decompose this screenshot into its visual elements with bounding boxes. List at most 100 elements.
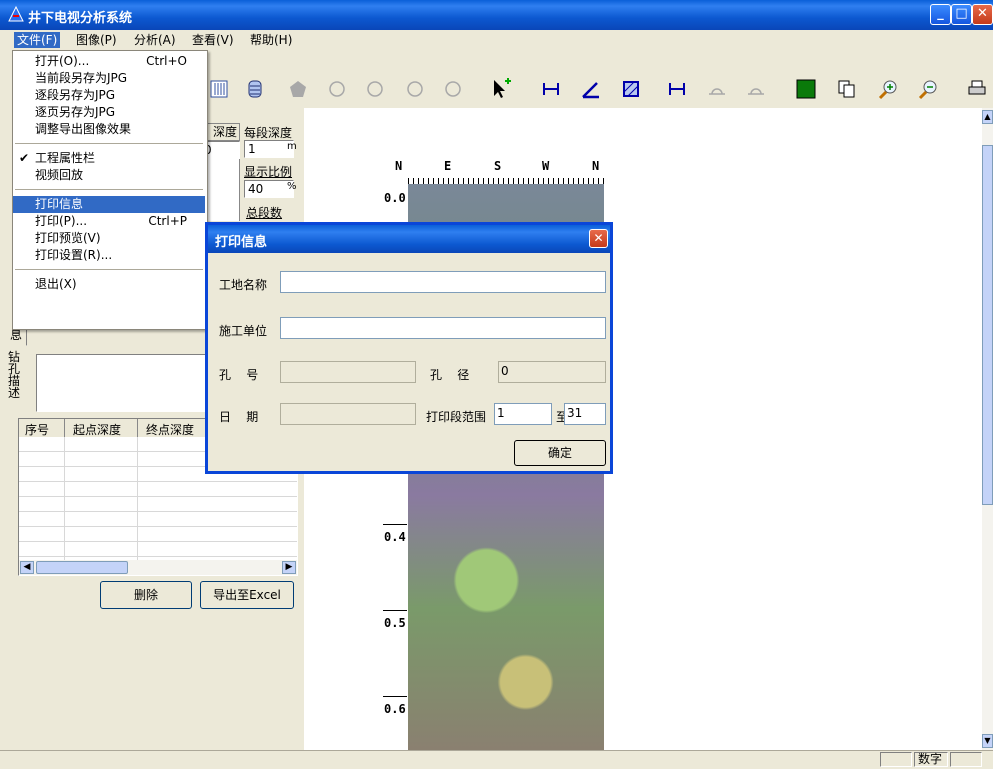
dialog-title: 打印信息 [215,235,268,250]
close-button[interactable]: ✕ [972,4,993,25]
date-input[interactable] [280,403,416,425]
scroll-thumb[interactable] [36,561,128,574]
color-fill-icon[interactable] [795,78,817,100]
menu-item-project-panel[interactable]: ✔ 工程属性栏 [13,150,205,167]
print-icon[interactable] [966,78,988,100]
site-name-label: 工地名称 [219,278,268,292]
scroll-right-icon[interactable]: ▶ [282,561,296,574]
zoom-in-icon[interactable] [877,78,899,100]
menu-view[interactable]: 查看(V) [189,32,237,48]
pentagon-icon[interactable] [287,78,309,100]
dialog-close-icon[interactable]: ✕ [589,229,608,248]
segment-depth-label: 每段深度 [244,126,293,140]
header-divider [137,419,138,437]
menu-item-save-current-jpg[interactable]: 当前段另存为JPG [13,70,205,87]
table-header-start-depth: 起点深度 [73,423,122,437]
menu-analysis[interactable]: 分析(A) [131,32,179,48]
hole-desc-label: 钻孔描述 [8,350,21,400]
menu-item-label: 工程属性栏 [35,151,96,165]
contractor-input[interactable] [280,317,606,339]
columns-icon[interactable] [208,78,230,100]
arc-down-icon[interactable] [745,78,767,100]
arc-shape-2-icon[interactable] [364,78,386,100]
compass-w-label: W [542,159,550,173]
copy-icon[interactable] [835,78,857,100]
num-lock-indicator: 数字 [914,752,948,767]
arc-shape-3-icon[interactable] [404,78,426,100]
menu-item-print[interactable]: 打印(P)... Ctrl+P [13,213,205,230]
menu-item-save-each-page-jpg[interactable]: 逐页另存为JPG [13,104,205,121]
arc-shape-4-icon[interactable] [442,78,464,100]
status-pane [950,752,982,767]
menu-item-label: 打开(O)... [35,54,90,68]
menu-separator [15,143,203,144]
menu-separator [15,189,203,190]
hatch-rect-icon[interactable] [620,78,642,100]
depth-tick [383,524,407,525]
menu-item-print-preview[interactable]: 打印预览(V) [13,230,205,247]
delete-button[interactable]: 删除 [100,581,192,609]
hole-no-label: 孔 号 [219,368,259,382]
scale-label: 显示比例 [244,165,293,179]
checkmark-icon: ✔ [19,151,30,165]
dialog-title-bar[interactable] [208,225,610,253]
print-range-from-input[interactable]: 1 [494,403,552,425]
menu-item-video-playback[interactable]: 视频回放 [13,167,205,184]
column-line [64,437,65,561]
compass-e-label: E [444,159,452,173]
hole-no-input[interactable] [280,361,416,383]
canvas-scroll-thumb[interactable] [982,145,993,505]
maximize-button[interactable]: □ [951,4,972,25]
cylinder-icon[interactable] [244,78,266,100]
menu-image[interactable]: 图像(P) [73,32,120,48]
site-name-input[interactable] [280,271,606,293]
total-segments-label: 总段数 [246,206,283,220]
depth-mark-2: 0.5 [384,616,406,630]
menu-item-print-setup[interactable]: 打印设置(R)... [13,247,205,264]
title-bar[interactable]: 井下电视分析系统 _ □ ✕ [0,0,993,30]
menu-item-label: 打印(P)... [35,214,88,228]
add-pointer-icon[interactable] [490,78,512,100]
compass-s-label: S [494,159,502,173]
ok-button[interactable]: 确定 [514,440,606,466]
menu-item-save-each-segment-jpg[interactable]: 逐段另存为JPG [13,87,205,104]
print-range-to-input[interactable]: 31 [564,403,606,425]
compass-n2-label: N [592,159,600,173]
hole-diameter-input[interactable]: 0 [498,361,606,383]
scroll-up-icon[interactable]: ▲ [982,110,993,124]
depth-mark-1: 0.4 [384,530,406,544]
header-divider [64,419,65,437]
arc-shape-1-icon[interactable] [326,78,348,100]
compass-n-label: N [395,159,403,173]
window-title: 井下电视分析系统 [28,11,133,26]
hole-diameter-label: 孔 径 [430,368,470,382]
menu-item-adjust-export[interactable]: 调整导出图像效果 [13,121,205,138]
menu-item-shortcut: Ctrl+P [148,214,187,228]
print-info-dialog: 打印信息 ✕ 工地名称 施工单位 孔 号 孔 径 0 日 期 打印段范围 1 至… [205,222,613,474]
segment-depth-unit: m [287,141,297,152]
zoom-out-icon[interactable] [917,78,939,100]
status-bar [0,750,993,769]
menu-item-print-info[interactable]: 打印信息 [13,196,205,213]
table-header-end-depth: 终点深度 [146,423,195,437]
angle-icon[interactable] [580,78,602,100]
scroll-left-icon[interactable]: ◀ [20,561,34,574]
minimize-button[interactable]: _ [930,4,951,25]
scroll-down-icon[interactable]: ▼ [982,734,993,748]
menu-item-open[interactable]: 打开(O)... Ctrl+O [13,53,205,70]
depth-mark-0: 0.0 [384,191,406,205]
contractor-label: 施工单位 [219,324,268,338]
scale-unit: % [287,181,297,192]
print-range-label: 打印段范围 [426,410,487,424]
menu-file[interactable]: 文件(F) [14,32,61,48]
arc-up-icon[interactable] [706,78,728,100]
menu-item-exit[interactable]: 退出(X) [13,276,205,293]
menu-item-shortcut: Ctrl+O [146,54,187,68]
date-label: 日 期 [219,410,259,424]
measure-height-icon[interactable] [666,78,688,100]
app-logo-icon [8,6,24,22]
depth-tick [383,696,407,697]
export-excel-button[interactable]: 导出至Excel [200,581,294,609]
measure-width-icon[interactable] [540,78,562,100]
menu-help[interactable]: 帮助(H) [247,32,295,48]
